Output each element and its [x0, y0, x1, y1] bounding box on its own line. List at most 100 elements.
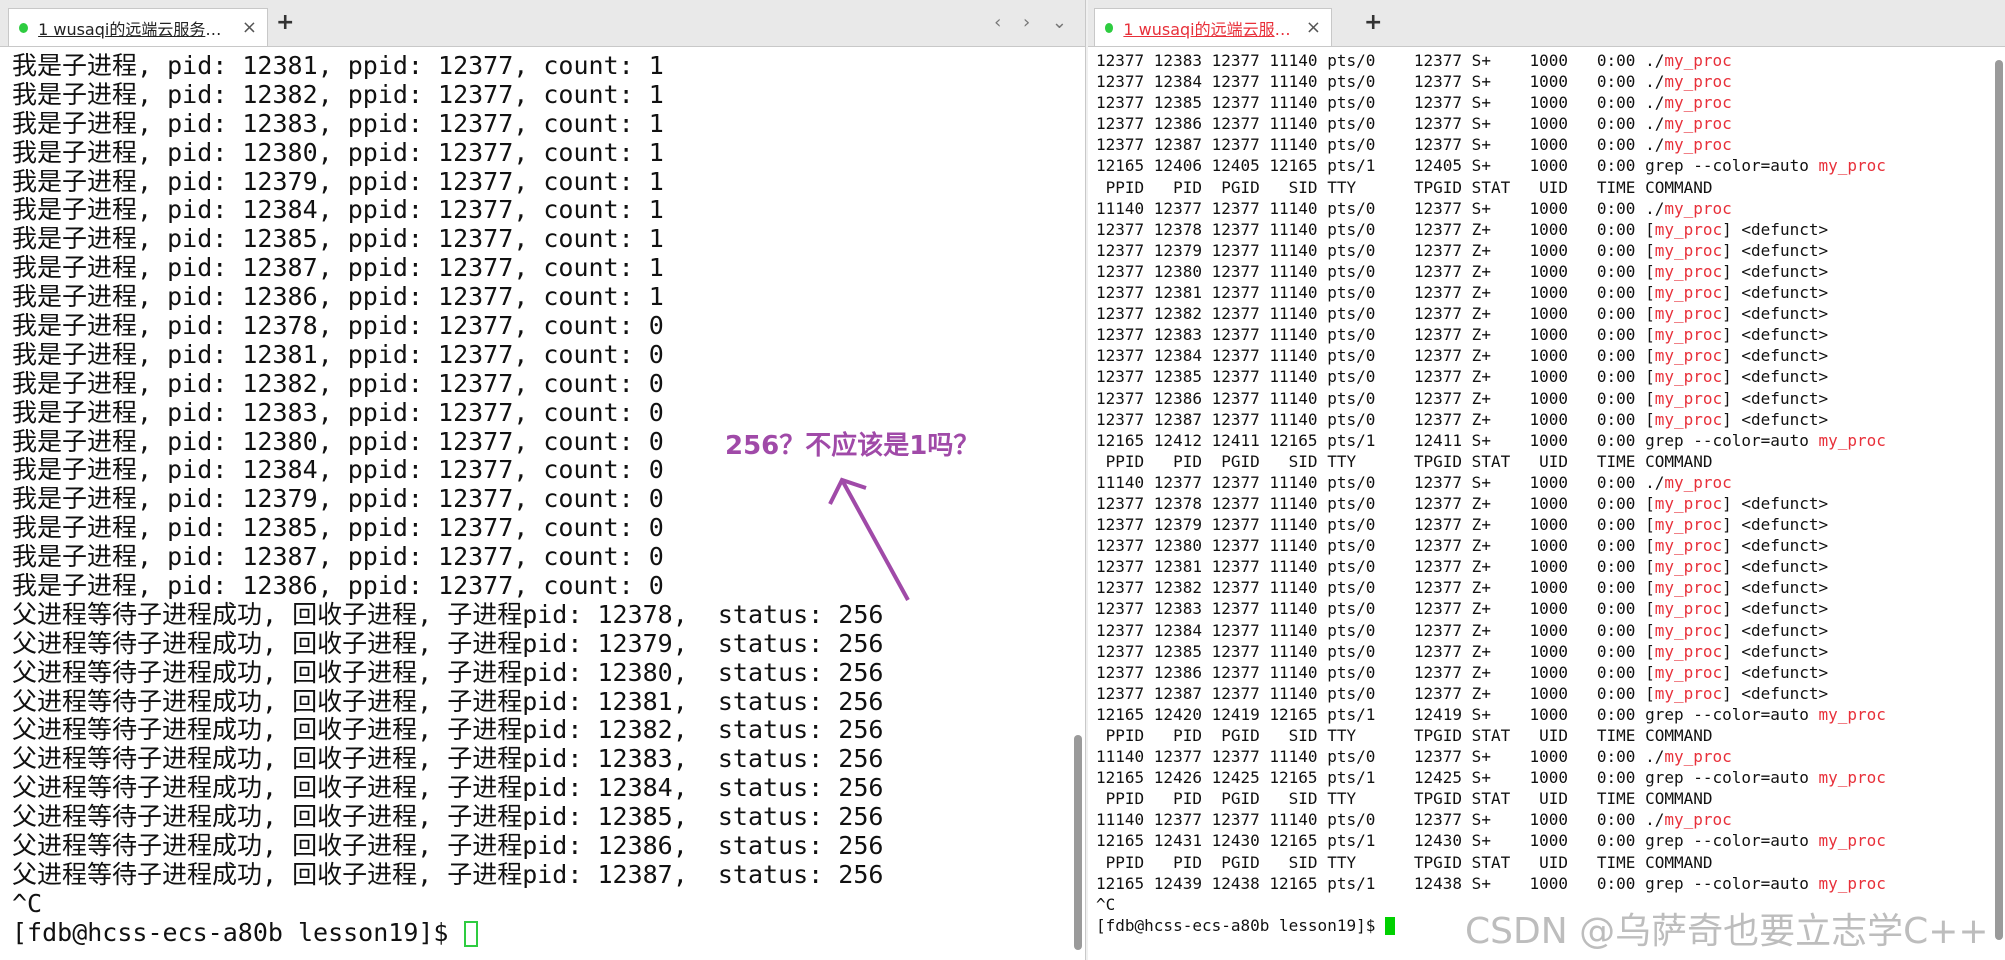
- grep-highlight: my_proc: [1654, 620, 1723, 640]
- grep-highlight: my_proc: [1654, 662, 1723, 682]
- tab-title: 1 wusaqi的远端云服务器 ...: [1123, 19, 1294, 39]
- grep-highlight: my_proc: [1654, 599, 1723, 619]
- terminal-line: 12377 12381 12377 11140 pts/0 12377 Z+ 1…: [1096, 283, 1829, 303]
- terminal-line: 父进程等待子进程成功, 回收子进程, 子进程pid: 12383, status…: [12, 744, 884, 774]
- terminal-line: 12377 12379 12377 11140 pts/0 12377 Z+ 1…: [1096, 240, 1829, 260]
- terminal-line: PPID PID PGID SID TTY TPGID STAT UID TIM…: [1096, 789, 1713, 809]
- right-terminal-output: 12377 12383 12377 11140 pts/0 12377 S+ 1…: [1096, 50, 1985, 936]
- terminal-line: ^C: [12, 888, 43, 918]
- grep-highlight: my_proc: [1818, 768, 1886, 788]
- grep-highlight: my_proc: [1664, 747, 1732, 767]
- grep-highlight: my_proc: [1818, 430, 1886, 450]
- terminal-line: 12377 12384 12377 11140 pts/0 12377 Z+ 1…: [1096, 346, 1829, 366]
- terminal-line: 12377 12385 12377 11140 pts/0 12377 Z+ 1…: [1096, 367, 1829, 387]
- left-scrollbar[interactable]: [1074, 735, 1082, 950]
- grep-highlight: my_proc: [1818, 831, 1886, 851]
- new-tab-plus-icon[interactable]: +: [276, 10, 294, 35]
- terminal-line: 我是子进程, pid: 12384, ppid: 12377, count: 1: [12, 195, 664, 225]
- grep-highlight: my_proc: [1654, 493, 1723, 513]
- left-tab-bar: 1 wusaqi的远端云服务器 [0] × + ‹ › ⌄: [0, 0, 1085, 47]
- terminal-line: 12377 12386 12377 11140 pts/0 12377 S+ 1…: [1096, 114, 1732, 134]
- right-session-tab[interactable]: 1 wusaqi的远端云服务器 ... ×: [1094, 8, 1332, 46]
- cursor-icon: [463, 920, 478, 947]
- terminal-prompt[interactable]: [fdb@hcss-ecs-a80b lesson19]$: [12, 918, 1065, 948]
- terminal-line: 12377 12382 12377 11140 pts/0 12377 Z+ 1…: [1096, 578, 1829, 598]
- left-terminal-pane[interactable]: 1 wusaqi的远端云服务器 [0] × + ‹ › ⌄ 我是子进程, pid…: [0, 0, 1086, 960]
- grep-highlight: my_proc: [1818, 873, 1886, 893]
- terminal-line: 11140 12377 12377 11140 pts/0 12377 S+ 1…: [1096, 810, 1732, 830]
- cursor-icon: [1384, 917, 1395, 936]
- terminal-line: 12377 12385 12377 11140 pts/0 12377 Z+ 1…: [1096, 641, 1829, 661]
- terminal-line: 父进程等待子进程成功, 回收子进程, 子进程pid: 12380, status…: [12, 657, 884, 687]
- grep-highlight: my_proc: [1664, 810, 1732, 830]
- terminal-line: 父进程等待子进程成功, 回收子进程, 子进程pid: 12387, status…: [12, 859, 884, 889]
- terminal-line: 12377 12380 12377 11140 pts/0 12377 Z+ 1…: [1096, 261, 1829, 281]
- grep-highlight: my_proc: [1654, 240, 1723, 260]
- terminal-line: 12377 12383 12377 11140 pts/0 12377 Z+ 1…: [1096, 325, 1829, 345]
- grep-highlight: my_proc: [1654, 346, 1723, 366]
- terminal-line: 12377 12384 12377 11140 pts/0 12377 S+ 1…: [1096, 72, 1732, 92]
- terminal-line: 12165 12406 12405 12165 pts/1 12405 S+ 1…: [1096, 156, 1886, 176]
- terminal-line: 我是子进程, pid: 12387, ppid: 12377, count: 1: [12, 253, 664, 283]
- right-tab-bar: 1 wusaqi的远端云服务器 ... × +: [1088, 0, 2005, 47]
- new-tab-plus-icon[interactable]: +: [1364, 10, 1382, 35]
- grep-highlight: my_proc: [1654, 641, 1723, 661]
- terminal-line: 父进程等待子进程成功, 回收子进程, 子进程pid: 12382, status…: [12, 715, 884, 745]
- status-dot-icon: [1105, 22, 1114, 33]
- grep-highlight: my_proc: [1818, 156, 1886, 176]
- terminal-line: 我是子进程, pid: 12383, ppid: 12377, count: 0: [12, 397, 664, 427]
- terminal-line: 12377 12378 12377 11140 pts/0 12377 Z+ 1…: [1096, 219, 1829, 239]
- terminal-line: 11140 12377 12377 11140 pts/0 12377 S+ 1…: [1096, 472, 1732, 492]
- terminal-line: 12165 12431 12430 12165 pts/1 12430 S+ 1…: [1096, 831, 1886, 851]
- annotation-arrow-icon: [828, 477, 910, 601]
- terminal-line: 12165 12426 12425 12165 pts/1 12425 S+ 1…: [1096, 768, 1886, 788]
- terminal-line: 父进程等待子进程成功, 回收子进程, 子进程pid: 12386, status…: [12, 831, 884, 861]
- terminal-line: 父进程等待子进程成功, 回收子进程, 子进程pid: 12385, status…: [12, 802, 884, 832]
- close-icon[interactable]: ×: [1306, 17, 1321, 38]
- grep-highlight: my_proc: [1654, 515, 1723, 535]
- right-scrollbar[interactable]: [1995, 60, 2003, 940]
- terminal-line: PPID PID PGID SID TTY TPGID STAT UID TIM…: [1096, 177, 1713, 197]
- terminal-line: 12377 12387 12377 11140 pts/0 12377 Z+ 1…: [1096, 683, 1829, 703]
- terminal-line: 我是子进程, pid: 12382, ppid: 12377, count: 0: [12, 368, 664, 398]
- terminal-line: 12377 12387 12377 11140 pts/0 12377 S+ 1…: [1096, 135, 1732, 155]
- terminal-line: 12377 12384 12377 11140 pts/0 12377 Z+ 1…: [1096, 620, 1829, 640]
- grep-highlight: my_proc: [1654, 219, 1723, 239]
- watermark: CSDN @乌萨奇也要立志学C++: [1465, 911, 1989, 952]
- terminal-line: 我是子进程, pid: 12385, ppid: 12377, count: 1: [12, 224, 664, 254]
- terminal-line: 12377 12386 12377 11140 pts/0 12377 Z+ 1…: [1096, 388, 1829, 408]
- grep-highlight: my_proc: [1664, 135, 1732, 155]
- tab-nav-arrows-icon[interactable]: ‹ › ⌄: [994, 12, 1075, 33]
- grep-highlight: my_proc: [1654, 557, 1723, 577]
- terminal-line: PPID PID PGID SID TTY TPGID STAT UID TIM…: [1096, 451, 1713, 471]
- right-terminal-pane[interactable]: 1 wusaqi的远端云服务器 ... × + 12377 12383 1237…: [1088, 0, 2005, 960]
- terminal-line: 12377 12383 12377 11140 pts/0 12377 S+ 1…: [1096, 51, 1732, 70]
- grep-highlight: my_proc: [1654, 283, 1723, 303]
- grep-highlight: my_proc: [1654, 325, 1723, 345]
- terminal-line: 我是子进程, pid: 12381, ppid: 12377, count: 0: [12, 339, 664, 369]
- terminal-line: 12165 12420 12419 12165 pts/1 12419 S+ 1…: [1096, 704, 1886, 724]
- terminal-line: 12377 12381 12377 11140 pts/0 12377 Z+ 1…: [1096, 557, 1829, 577]
- left-session-tab[interactable]: 1 wusaqi的远端云服务器 [0] ×: [8, 8, 268, 46]
- terminal-line: 12377 12382 12377 11140 pts/0 12377 Z+ 1…: [1096, 304, 1829, 324]
- grep-highlight: my_proc: [1664, 114, 1732, 134]
- terminal-line: 12377 12383 12377 11140 pts/0 12377 Z+ 1…: [1096, 599, 1829, 619]
- terminal-line: 12377 12380 12377 11140 pts/0 12377 Z+ 1…: [1096, 536, 1829, 556]
- grep-highlight: my_proc: [1654, 367, 1723, 387]
- grep-highlight: my_proc: [1654, 536, 1723, 556]
- terminal-line: PPID PID PGID SID TTY TPGID STAT UID TIM…: [1096, 726, 1713, 745]
- grep-highlight: my_proc: [1818, 704, 1886, 724]
- annotation-text: 256？不应该是1吗？: [725, 431, 980, 461]
- terminal-line: 12377 12378 12377 11140 pts/0 12377 Z+ 1…: [1096, 493, 1829, 513]
- terminal-line: 我是子进程, pid: 12382, ppid: 12377, count: 1: [12, 79, 664, 109]
- grep-highlight: my_proc: [1654, 388, 1723, 408]
- terminal-line: 12377 12385 12377 11140 pts/0 12377 S+ 1…: [1096, 93, 1732, 113]
- status-dot-icon: [19, 22, 29, 33]
- grep-highlight: my_proc: [1654, 409, 1723, 429]
- terminal-line: 我是子进程, pid: 12378, ppid: 12377, count: 0: [12, 311, 664, 341]
- grep-highlight: my_proc: [1654, 578, 1723, 598]
- grep-highlight: my_proc: [1664, 93, 1732, 113]
- terminal-line: PPID PID PGID SID TTY TPGID STAT UID TIM…: [1096, 852, 1713, 872]
- close-icon[interactable]: ×: [242, 17, 257, 38]
- terminal-line: 11140 12377 12377 11140 pts/0 12377 S+ 1…: [1096, 747, 1732, 767]
